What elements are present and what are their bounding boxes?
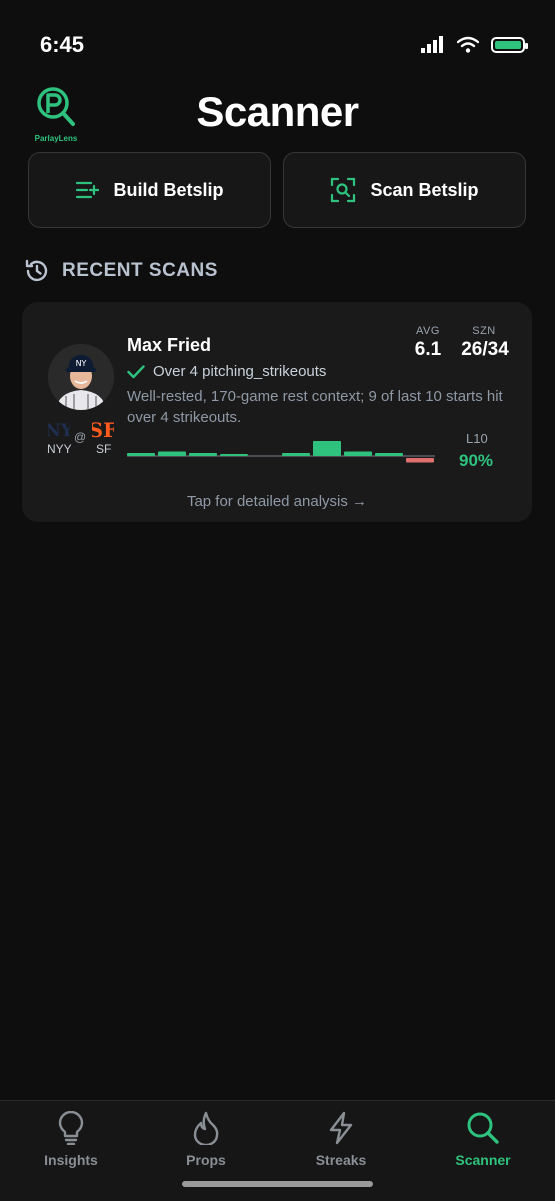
- flame-icon: [193, 1111, 219, 1147]
- nav-scanner[interactable]: Scanner: [428, 1111, 538, 1168]
- lightbulb-icon: [58, 1110, 84, 1146]
- nav-props-label: Props: [186, 1152, 226, 1168]
- nav-streaks-label: Streaks: [315, 1152, 367, 1168]
- l10-label: L10: [466, 431, 488, 446]
- sparkline-bar: [158, 451, 186, 456]
- svg-text:NY: NY: [76, 359, 87, 368]
- nav-streaks[interactable]: Streaks: [286, 1111, 396, 1168]
- scan-betslip-button[interactable]: Scan Betslip: [283, 152, 526, 228]
- home-indicator: [182, 1181, 373, 1187]
- wifi-icon: [457, 36, 479, 53]
- last10-sparkline: [127, 441, 435, 463]
- scan-frame-icon: [331, 177, 356, 203]
- search-icon: [467, 1112, 499, 1144]
- nav-scanner-label: Scanner: [455, 1152, 511, 1168]
- recent-scans-title: RECENT SCANS: [62, 260, 218, 281]
- sparkline-bar: [189, 453, 217, 456]
- scan-betslip-label: Scan Betslip: [370, 179, 479, 200]
- history-icon: [25, 259, 48, 282]
- pick-context: Well-rested, 170-game rest context; 9 of…: [127, 388, 503, 426]
- away-team-abbr: NYY: [47, 442, 72, 456]
- nyy-logo-icon: NY: [48, 421, 70, 441]
- l10-value: 90%: [459, 451, 494, 470]
- svg-text:NY: NY: [48, 421, 70, 441]
- sparkline-bar: [406, 458, 434, 463]
- home-team-abbr: SF: [96, 442, 112, 456]
- szn-label: SZN: [472, 325, 496, 337]
- check-icon: [127, 364, 145, 378]
- player-avatar: NY: [48, 344, 114, 410]
- avg-value: 6.1: [414, 339, 442, 360]
- sparkline-bar: [344, 451, 372, 456]
- pick-row: Over 4 pitching_strikeouts: [127, 363, 326, 380]
- svg-text:SF: SF: [92, 418, 114, 442]
- status-time: 6:45: [40, 32, 85, 57]
- sparkline-bar: [375, 453, 403, 456]
- detail-hint[interactable]: Tap for detailed analysis →: [22, 493, 532, 510]
- signal-icon: [421, 36, 443, 53]
- sparkline-bar: [313, 441, 341, 456]
- sf-logo-icon: SF: [92, 418, 114, 442]
- szn-value: 26/34: [461, 339, 509, 360]
- status-bar: 6:45: [0, 0, 555, 90]
- matchup-at: @: [74, 430, 87, 444]
- pick-text: Over 4 pitching_strikeouts: [153, 363, 327, 380]
- nav-props[interactable]: Props: [151, 1111, 261, 1168]
- build-betslip-label: Build Betslip: [113, 179, 224, 200]
- sparkline-bar: [127, 453, 155, 456]
- nav-insights[interactable]: Insights: [16, 1110, 126, 1168]
- avg-label: AVG: [416, 325, 440, 337]
- list-add-icon: [76, 181, 100, 199]
- sparkline-bar: [282, 453, 310, 456]
- player-name: Max Fried: [127, 335, 212, 355]
- status-icons: [421, 36, 528, 53]
- nav-insights-label: Insights: [44, 1152, 98, 1168]
- page-title: Scanner: [196, 88, 359, 135]
- recent-scans-header: RECENT SCANS: [24, 258, 218, 284]
- battery-icon: [491, 36, 528, 53]
- lightning-icon: [329, 1111, 353, 1145]
- build-betslip-button[interactable]: Build Betslip: [28, 152, 271, 228]
- sparkline-bar: [220, 454, 248, 456]
